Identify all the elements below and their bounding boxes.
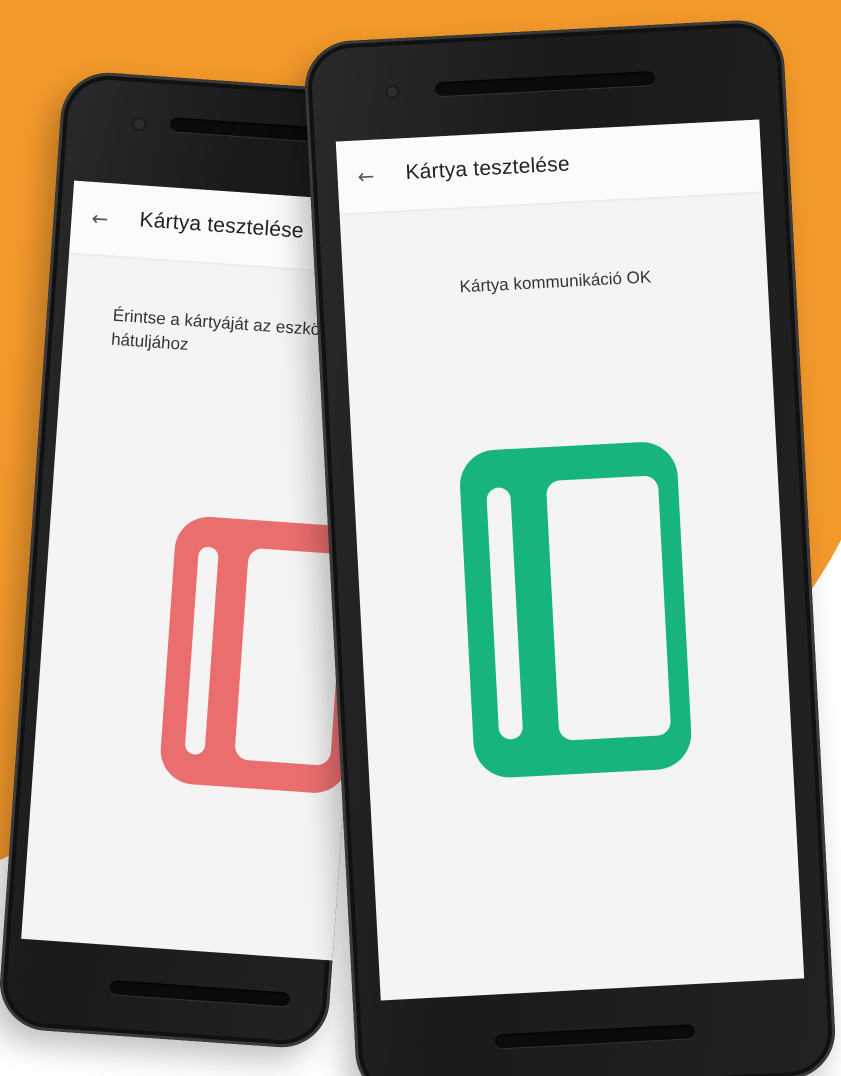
app-bar: ← Kártya tesztelése (335, 119, 763, 214)
earpiece-speaker (434, 70, 656, 97)
front-camera-icon (131, 116, 147, 132)
arrow-left-icon[interactable]: ← (91, 206, 114, 231)
front-camera-icon (384, 84, 400, 100)
bottom-speaker (494, 1024, 696, 1049)
promo-stage: ← Kártya tesztelése Érintse a kártyáját … (0, 0, 841, 1076)
page-title: Kártya tesztelése (404, 152, 571, 185)
arrow-left-icon[interactable]: ← (357, 164, 380, 189)
phone-screen: ← Kártya tesztelése Kártya kommunikáció … (335, 119, 805, 1001)
credit-card-icon (460, 442, 692, 778)
status-message: Kártya kommunikáció OK (459, 267, 652, 297)
page-title: Kártya tesztelése (138, 208, 305, 243)
phone-front: ← Kártya tesztelése Kártya kommunikáció … (302, 18, 838, 1076)
bottom-speaker (109, 980, 291, 1007)
